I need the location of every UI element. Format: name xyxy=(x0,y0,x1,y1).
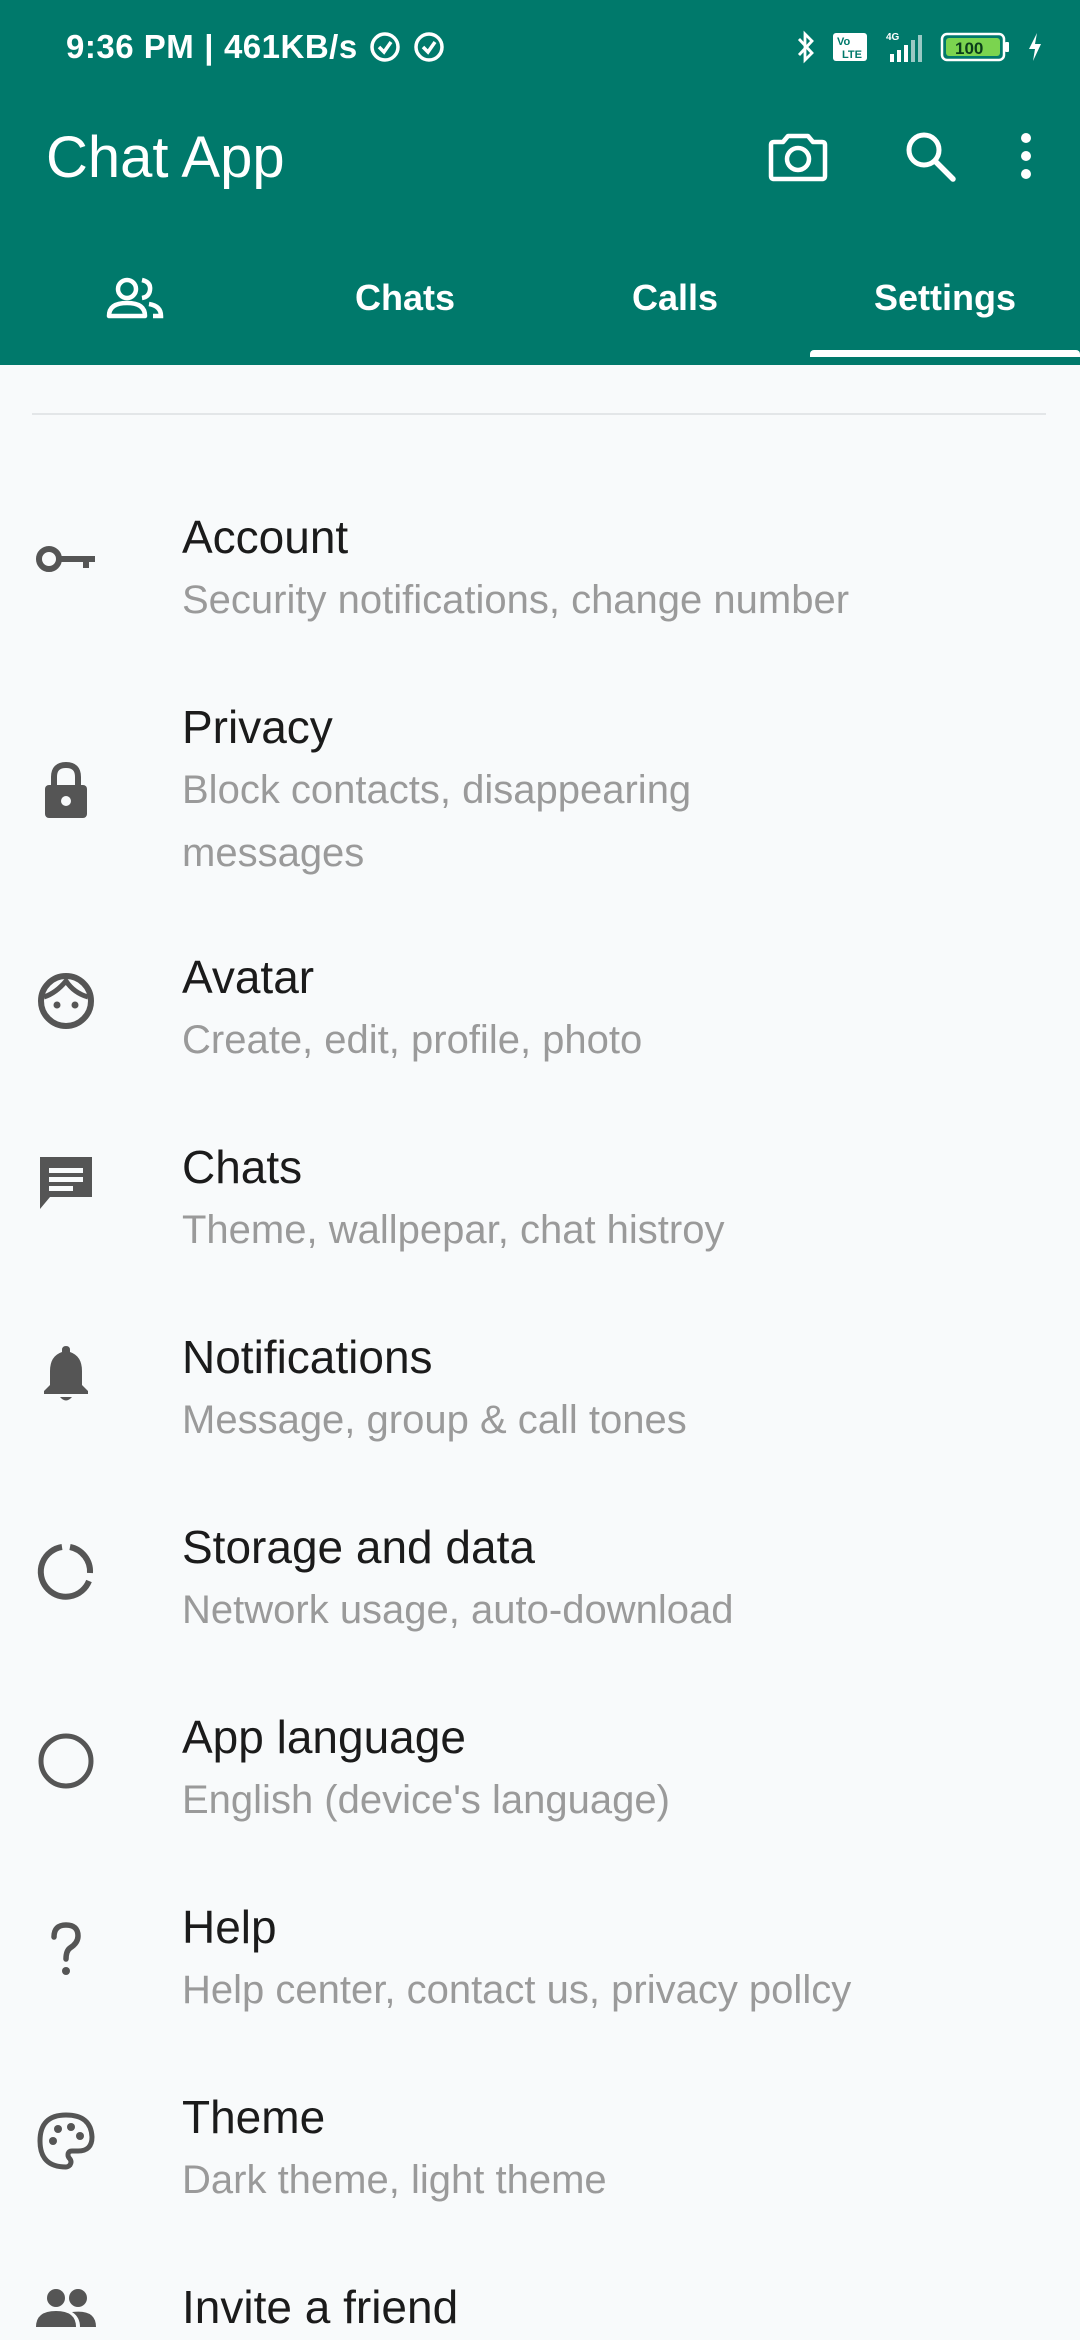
svg-text:100: 100 xyxy=(955,39,983,58)
app-actions xyxy=(708,114,1080,198)
settings-item-subtitle: Network usage, auto-download xyxy=(182,1588,734,1632)
app-bar: Chat App xyxy=(0,100,1080,215)
more-vert-icon xyxy=(1021,133,1031,179)
app-header: 9:36 PM | 461KB/s Vo LTE 4G 100 Chat App… xyxy=(0,0,1080,365)
svg-text:LTE: LTE xyxy=(842,49,862,61)
settings-list: Account Security notifications, change n… xyxy=(0,365,1080,2340)
bluetooth-icon xyxy=(794,30,818,69)
people-icon xyxy=(30,2273,102,2340)
more-options-button[interactable] xyxy=(984,114,1068,198)
status-bar: 9:36 PM | 461KB/s Vo LTE 4G 100 xyxy=(0,0,1080,100)
search-button[interactable] xyxy=(888,114,972,198)
settings-item-chats[interactable]: Chats Theme, wallpepar, chat histroy xyxy=(0,1095,1080,1285)
settings-item-title: Privacy xyxy=(182,701,333,753)
tab-chats[interactable]: Chats xyxy=(270,250,540,345)
circle-icon xyxy=(30,1725,102,1797)
chat-icon xyxy=(30,1147,102,1219)
settings-item-notifications[interactable]: Notifications Message, group & call tone… xyxy=(0,1285,1080,1475)
settings-item-subtitle: Theme, wallpepar, chat histroy xyxy=(182,1208,725,1252)
settings-item-subtitle: Block contacts, disappearing messages xyxy=(182,768,692,875)
signal-icon: 4G xyxy=(882,30,926,69)
settings-item-app-language[interactable]: App language English (device's language) xyxy=(0,1665,1080,1855)
face-icon xyxy=(30,965,102,1037)
settings-item-title: App language xyxy=(182,1711,466,1763)
sync-status-icon-2 xyxy=(412,30,446,64)
settings-item-subtitle: Create, edit, profile, photo xyxy=(182,1018,643,1062)
question-icon xyxy=(30,1913,102,1985)
settings-item-title: Account xyxy=(182,511,349,563)
status-speed: 461KB/s xyxy=(223,28,358,65)
settings-item-title: Invite a friend xyxy=(182,2281,459,2333)
settings-item-subtitle: Message, group & call tones xyxy=(182,1398,687,1442)
settings-screen: 9:36 PM | 461KB/s Vo LTE 4G 100 Chat App… xyxy=(0,0,1080,2340)
bell-icon xyxy=(30,1337,102,1409)
tab-community[interactable] xyxy=(0,250,270,345)
tab-bar: Chats Calls Settings xyxy=(0,250,1080,365)
settings-item-subtitle: Help center, contact us, privacy pollcy xyxy=(182,1968,852,2012)
settings-item-title: Notifications xyxy=(182,1331,433,1383)
settings-item-title: Avatar xyxy=(182,951,315,1003)
status-time: 9:36 PM xyxy=(66,28,195,65)
camera-icon xyxy=(768,133,828,182)
settings-item-avatar[interactable]: Avatar Create, edit, profile, photo xyxy=(0,905,1080,1095)
battery-icon: 100 xyxy=(940,30,1012,69)
svg-text:4G: 4G xyxy=(886,32,900,43)
settings-item-help[interactable]: Help Help center, contact us, privacy po… xyxy=(0,1855,1080,2045)
settings-item-title: Chats xyxy=(182,1141,303,1193)
settings-item-subtitle: Security notifications, change number xyxy=(182,578,850,622)
settings-item-storage[interactable]: Storage and data Network usage, auto-dow… xyxy=(0,1475,1080,1665)
settings-item-theme[interactable]: Theme Dark theme, light theme xyxy=(0,2045,1080,2235)
tab-settings[interactable]: Settings xyxy=(810,250,1080,357)
status-separator: | xyxy=(204,28,214,65)
settings-item-subtitle: Dark theme, light theme xyxy=(182,2158,607,2202)
charging-icon xyxy=(1026,30,1044,69)
settings-item-title: Theme xyxy=(182,2091,326,2143)
tab-calls[interactable]: Calls xyxy=(540,250,810,345)
key-icon xyxy=(30,523,102,595)
data-usage-icon xyxy=(30,1535,102,1607)
status-right: Vo LTE 4G 100 xyxy=(794,30,1044,69)
settings-item-title: Help xyxy=(182,1901,277,1953)
settings-item-invite[interactable]: Invite a friend xyxy=(0,2235,1080,2340)
palette-icon xyxy=(30,2105,102,2177)
app-title: Chat App xyxy=(46,125,285,190)
svg-text:Vo: Vo xyxy=(837,36,851,48)
settings-item-subtitle: English (device's language) xyxy=(182,1778,670,1822)
lock-icon xyxy=(30,755,102,827)
community-icon xyxy=(106,277,164,318)
divider xyxy=(32,413,1046,415)
settings-item-privacy[interactable]: Privacy Block contacts, disappearing mes… xyxy=(0,655,1080,905)
camera-button[interactable] xyxy=(756,114,840,198)
sync-status-icon xyxy=(368,30,402,64)
status-left: 9:36 PM | 461KB/s xyxy=(66,28,446,66)
volte-icon: Vo LTE xyxy=(832,32,868,67)
settings-item-title: Storage and data xyxy=(182,1521,535,1573)
settings-item-account[interactable]: Account Security notifications, change n… xyxy=(0,465,1080,655)
search-icon xyxy=(906,132,956,182)
